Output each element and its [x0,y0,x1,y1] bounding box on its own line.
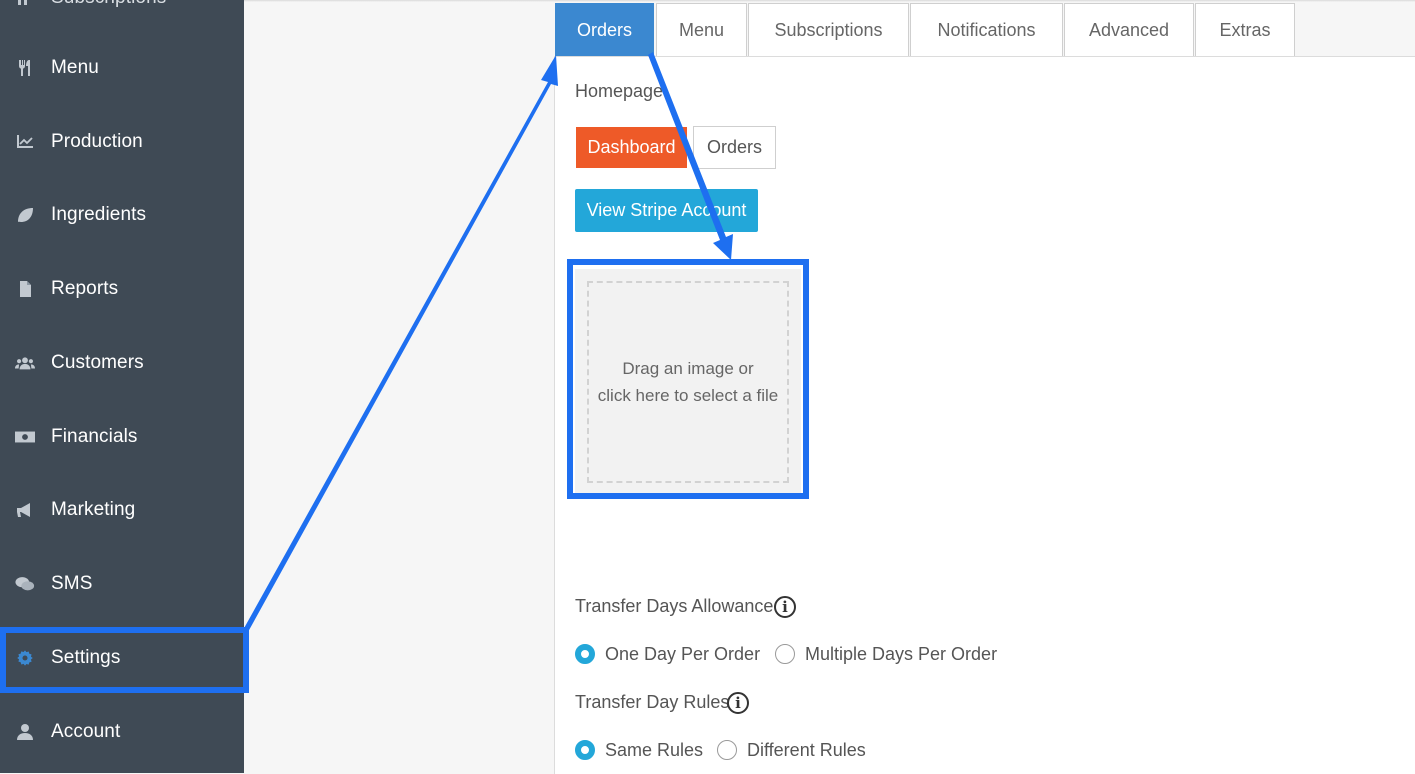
sidebar: Subscriptions Menu Production Ingredient… [0,0,244,773]
sidebar-item-label: Account [51,721,121,742]
radio-same-rules[interactable] [575,740,595,760]
sidebar-item-label: SMS [51,573,93,594]
info-icon[interactable]: i [774,596,796,618]
leaf-icon [14,205,36,225]
comments-icon [14,574,36,594]
homepage-dashboard-button[interactable]: Dashboard [576,127,687,168]
file-icon [14,279,36,299]
info-icon[interactable]: i [727,692,749,714]
tab-subscriptions[interactable]: Subscriptions [748,3,909,56]
different-rules-label[interactable]: Different Rules [747,740,866,761]
sidebar-item-label: Production [51,131,143,152]
dropzone-line-2: click here to select a file [597,386,779,405]
sidebar-item-label: Settings [51,647,121,668]
sidebar-item-marketing[interactable]: Marketing [0,490,244,530]
sidebar-item-reports[interactable]: Reports [0,269,244,309]
bullhorn-icon [14,500,36,520]
users-icon [14,353,36,373]
sidebar-item-account[interactable]: Account [0,712,244,752]
money-icon [14,427,36,447]
one-day-per-order-label[interactable]: One Day Per Order [605,644,760,665]
tab-notifications[interactable]: Notifications [910,3,1063,56]
sidebar-item-label: Financials [51,426,138,447]
tab-orders[interactable]: Orders [555,3,654,56]
transfer-day-rules-label: Transfer Day Rules [575,692,730,712]
sidebar-item-settings[interactable]: Settings [0,638,244,678]
gear-icon [14,648,36,668]
transfer-days-allowance-label: Transfer Days Allowance [575,596,774,616]
tab-extras[interactable]: Extras [1195,3,1295,56]
arrow-to-orders-tab [243,55,558,632]
top-shadow [244,0,1415,2]
sidebar-item-label: Reports [51,278,119,299]
chart-line-icon [14,132,36,152]
sidebar-item-production[interactable]: Production [0,122,244,162]
sidebar-item-label: Ingredients [51,204,147,225]
sidebar-item-financials[interactable]: Financials [0,417,244,457]
sidebar-item-label: Subscriptions [51,0,166,9]
same-rules-label[interactable]: Same Rules [605,740,703,761]
radio-one-day-per-order[interactable] [575,644,595,664]
sidebar-item-menu[interactable]: Menu [0,48,244,88]
sidebar-item-customers[interactable]: Customers [0,343,244,383]
tab-menu[interactable]: Menu [656,3,747,56]
subscriptions-icon [14,0,36,8]
sidebar-item-label: Customers [51,352,144,373]
radio-different-rules[interactable] [717,740,737,760]
utensils-icon [14,58,36,78]
sidebar-item-ingredients[interactable]: Ingredients [0,195,244,235]
sidebar-item-sms[interactable]: SMS [0,564,244,604]
multiple-days-per-order-label[interactable]: Multiple Days Per Order [805,644,997,665]
view-stripe-account-button[interactable]: View Stripe Account [575,189,758,232]
dropzone-line-1: Drag an image or [622,359,754,378]
radio-multiple-days-per-order[interactable] [775,644,795,664]
tab-advanced[interactable]: Advanced [1064,3,1194,56]
sidebar-item-subscriptions[interactable]: Subscriptions [0,0,244,18]
image-dropzone[interactable]: Drag an image or click here to select a … [587,281,789,483]
homepage-orders-button[interactable]: Orders [693,126,776,169]
sidebar-item-label: Marketing [51,499,136,520]
sidebar-item-label: Menu [51,57,99,78]
user-icon [14,722,36,742]
homepage-label: Homepage [575,81,664,101]
